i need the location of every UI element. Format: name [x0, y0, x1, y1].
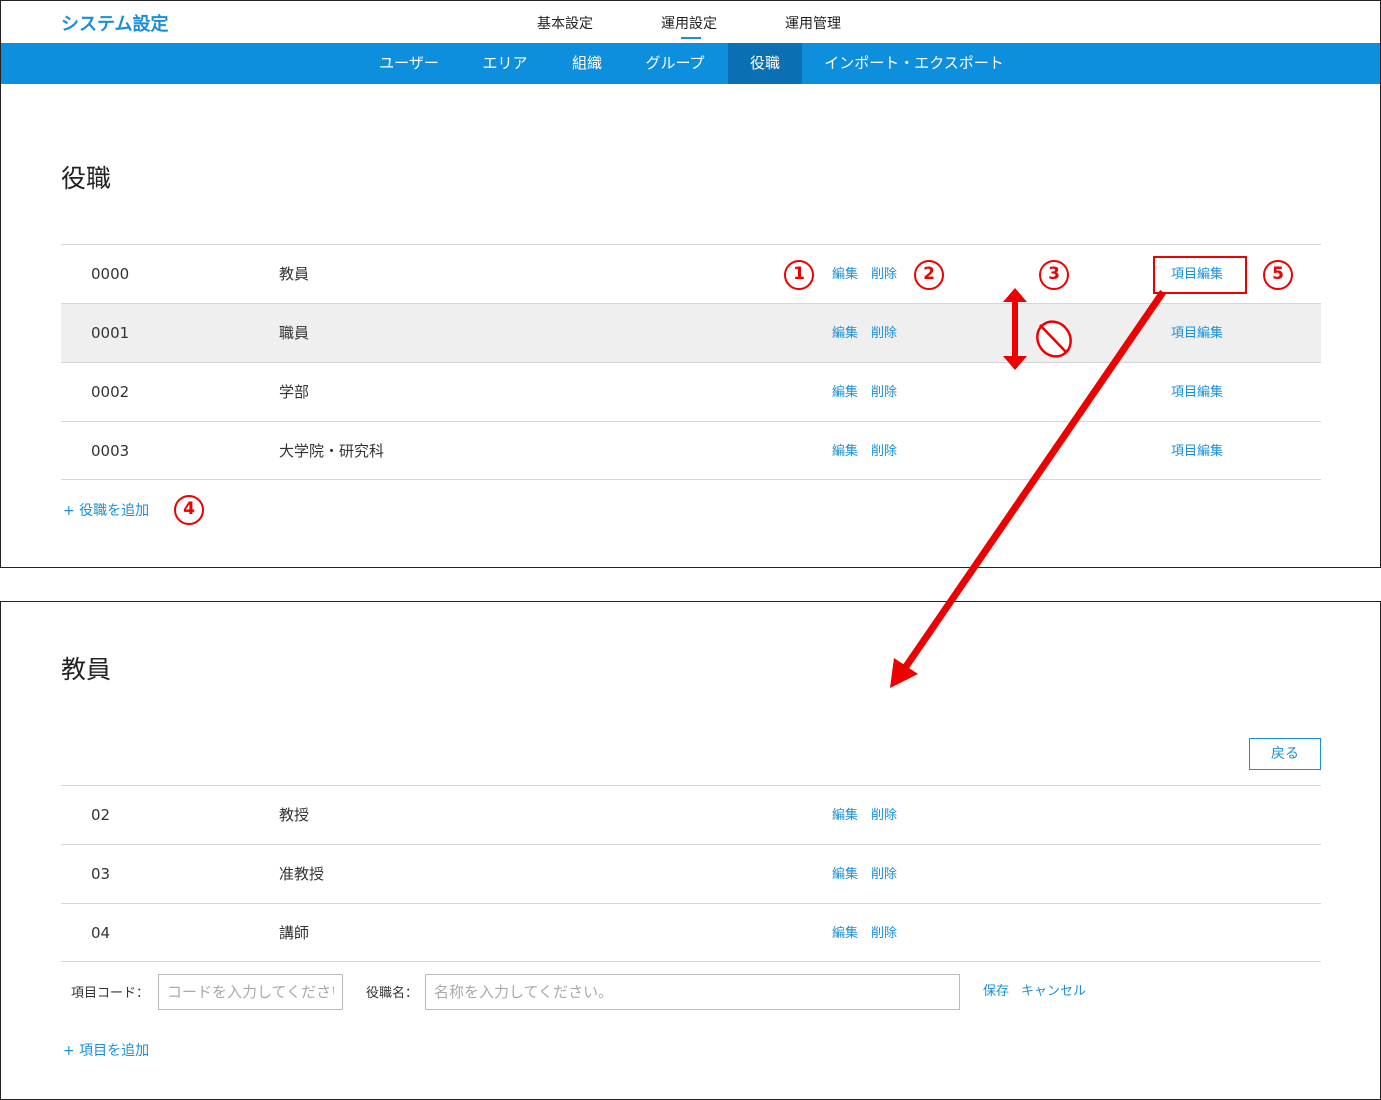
- table-row: 0002 学部 編集 削除 項目編集: [61, 362, 1321, 421]
- edit-link[interactable]: 編集: [832, 422, 858, 482]
- edit-link[interactable]: 編集: [832, 363, 858, 423]
- row-name: 教員: [279, 265, 310, 283]
- delete-link[interactable]: 削除: [871, 845, 897, 905]
- row-name: 職員: [279, 324, 310, 342]
- row-code: 0000: [91, 265, 130, 283]
- add-position-link[interactable]: + 役職を追加: [63, 500, 149, 520]
- item-edit-link[interactable]: 項目編集: [1171, 363, 1223, 423]
- tab-positions[interactable]: 役職: [728, 43, 802, 84]
- delete-link[interactable]: 削除: [871, 363, 897, 423]
- item-code-label: 項目コード：: [71, 986, 150, 1001]
- edit-link[interactable]: 編集: [832, 245, 858, 305]
- delete-link[interactable]: 削除: [871, 245, 897, 305]
- row-code: 0001: [91, 324, 130, 342]
- item-edit-highlight: [1153, 256, 1247, 294]
- row-code: 0003: [91, 442, 130, 460]
- app-title: システム設定: [61, 14, 169, 35]
- active-nav-indicator: [681, 37, 701, 39]
- cancel-link[interactable]: キャンセル: [1021, 972, 1086, 1012]
- delete-link[interactable]: 削除: [871, 304, 897, 364]
- position-name-label: 役職名：: [366, 986, 419, 1001]
- tab-organizations[interactable]: 組織: [561, 43, 613, 84]
- row-code: 0002: [91, 383, 130, 401]
- delete-link[interactable]: 削除: [871, 786, 897, 846]
- table-row: 0000 教員 編集 削除 項目編集: [61, 244, 1321, 303]
- page-title: 教員: [61, 655, 112, 684]
- edit-link[interactable]: 編集: [832, 904, 858, 964]
- back-button[interactable]: 戻る: [1249, 738, 1321, 770]
- sub-nav: ユーザー エリア 組織 グループ 役職 インポート・エクスポート: [1, 43, 1380, 84]
- callout-badge-4: 4: [174, 495, 204, 525]
- edit-link[interactable]: 編集: [832, 786, 858, 846]
- tab-users[interactable]: ユーザー: [367, 43, 451, 84]
- tab-import-export[interactable]: インポート・エクスポート: [813, 43, 1015, 84]
- tab-groups[interactable]: グループ: [633, 43, 717, 84]
- top-nav-operation-settings[interactable]: 運用設定: [661, 13, 717, 33]
- row-name: 学部: [279, 383, 310, 401]
- row-code: 04: [91, 924, 111, 942]
- top-nav-basic-settings[interactable]: 基本設定: [537, 13, 593, 33]
- edit-link[interactable]: 編集: [832, 304, 858, 364]
- callout-badge-3: 3: [1039, 260, 1069, 290]
- row-name: 大学院・研究科: [279, 442, 385, 460]
- callout-badge-2: 2: [914, 260, 944, 290]
- item-code-input[interactable]: [158, 974, 343, 1010]
- item-edit-link[interactable]: 項目編集: [1171, 422, 1223, 482]
- delete-link[interactable]: 削除: [871, 422, 897, 482]
- table-row: 04 講師 編集 削除: [61, 903, 1321, 962]
- delete-link[interactable]: 削除: [871, 904, 897, 964]
- row-name: 准教授: [279, 865, 325, 883]
- table-row: 0003 大学院・研究科 編集 削除 項目編集: [61, 421, 1321, 480]
- header: システム設定 基本設定 運用設定 運用管理: [1, 1, 1380, 43]
- table-row: 02 教授 編集 削除: [61, 785, 1321, 844]
- row-code: 02: [91, 806, 111, 824]
- add-item-link[interactable]: + 項目を追加: [63, 1040, 149, 1060]
- row-code: 03: [91, 865, 111, 883]
- table-row[interactable]: 0001 職員 編集 削除 項目編集: [61, 303, 1321, 362]
- position-items-screen: 教員 戻る 02 教授 編集 削除 03 准教授 編集 削除 04 講師 編集 …: [0, 601, 1381, 1100]
- top-nav-operation-management[interactable]: 運用管理: [785, 13, 841, 33]
- position-name-input[interactable]: [425, 974, 960, 1010]
- tab-areas[interactable]: エリア: [471, 43, 539, 84]
- callout-badge-5: 5: [1263, 260, 1293, 290]
- row-name: 教授: [279, 806, 310, 824]
- row-name: 講師: [279, 924, 310, 942]
- table-row: 03 准教授 編集 削除: [61, 844, 1321, 903]
- callout-badge-1: 1: [784, 260, 814, 290]
- page-title: 役職: [61, 164, 112, 193]
- add-item-form: 項目コード： 役職名： 保存 キャンセル: [61, 972, 1321, 1012]
- save-link[interactable]: 保存: [983, 972, 1009, 1012]
- edit-link[interactable]: 編集: [832, 845, 858, 905]
- item-edit-link[interactable]: 項目編集: [1171, 304, 1223, 364]
